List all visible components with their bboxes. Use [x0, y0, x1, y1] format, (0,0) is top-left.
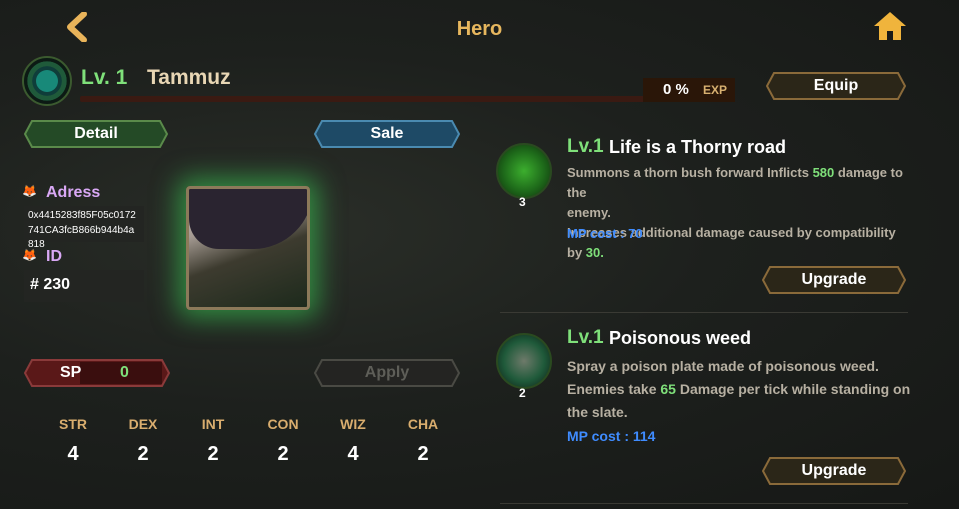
stat-name: CON	[267, 416, 299, 432]
home-button[interactable]	[872, 10, 908, 42]
stat-value: 2	[277, 443, 289, 465]
exp-bar	[80, 96, 728, 102]
fox-icon: 🦊	[22, 184, 37, 198]
stat-value: 2	[137, 443, 149, 465]
upgrade-button[interactable]: Upgrade	[762, 457, 906, 485]
stat-name: DEX	[128, 416, 158, 432]
apply-label: Apply	[364, 364, 410, 381]
skill-level: Lv.1	[567, 136, 604, 157]
sp-value: 0	[120, 364, 129, 381]
id-value: # 230	[24, 270, 144, 302]
exp-label: EXP	[703, 83, 728, 97]
desc-text: Damage per tick while standing on	[675, 381, 911, 397]
portrait-hair	[189, 189, 307, 249]
stat-value: 4	[347, 443, 359, 465]
fox-icon: 🦊	[22, 248, 37, 262]
stat-name: STR	[59, 416, 87, 432]
stat-value: 4	[67, 443, 79, 465]
skill-description: Spray a poison plate made of poisonous w…	[567, 355, 912, 424]
mp-cost: MP cost : 70	[567, 226, 643, 241]
desc-text: enemy.	[567, 205, 611, 220]
home-icon	[874, 12, 906, 40]
desc-text: Spray a poison plate made of poisonous w…	[567, 358, 879, 374]
address-line: 0x4415283f85F05c0172	[28, 210, 136, 221]
address-label: Adress	[46, 184, 101, 201]
stat-name: WIZ	[340, 416, 366, 432]
divider	[500, 312, 908, 313]
mp-cost: MP cost : 114	[567, 428, 656, 444]
desc-number: 30.	[585, 245, 604, 260]
upgrade-label: Upgrade	[801, 271, 867, 288]
sp-display: SP 0	[24, 359, 170, 387]
desc-text: the slate.	[567, 404, 628, 420]
emblem-gem	[36, 70, 58, 92]
skill-name: Life is a Thorny road	[609, 137, 787, 157]
detail-button[interactable]: Detail	[24, 120, 168, 148]
stat-name: CHA	[407, 416, 439, 432]
address-line: 741CA3fcB866b944b4a	[28, 225, 135, 236]
hero-portrait	[186, 186, 310, 310]
upgrade-button[interactable]: Upgrade	[762, 266, 906, 294]
id-label: ID	[46, 248, 62, 265]
hero-level: Lv. 1	[81, 66, 128, 89]
skill-badge: 3	[519, 195, 526, 209]
apply-button[interactable]: Apply	[314, 359, 460, 387]
desc-text: Enemies take	[567, 381, 661, 397]
upgrade-label: Upgrade	[801, 462, 867, 479]
skill-badge: 2	[519, 386, 526, 400]
thorn-skill-icon	[496, 143, 552, 199]
sale-button[interactable]: Sale	[314, 120, 460, 148]
desc-text: Summons a thorn bush forward Inflicts	[567, 165, 813, 180]
equip-label: Equip	[813, 77, 859, 94]
address-box: 0x4415283f85F05c0172 741CA3fcB866b944b4a	[24, 206, 144, 242]
detail-label: Detail	[74, 125, 118, 142]
equip-button[interactable]: Equip	[766, 72, 906, 100]
sp-label: SP	[60, 364, 82, 381]
skill-description: Summons a thorn bush forward Inflicts 58…	[567, 163, 912, 263]
skill-name: Poisonous weed	[609, 328, 752, 348]
desc-number: 65	[660, 381, 676, 397]
hero-name: Tammuz	[147, 66, 231, 89]
page-title: Hero	[456, 18, 503, 40]
skull-skill-icon	[496, 333, 552, 389]
stat-value: 2	[417, 443, 429, 465]
exp-percent: 0 %	[663, 81, 689, 98]
sale-label: Sale	[370, 125, 404, 142]
stat-name: INT	[201, 416, 225, 432]
skill-level: Lv.1	[567, 327, 604, 348]
desc-number: 580	[812, 165, 835, 180]
stat-value: 2	[207, 443, 219, 465]
divider	[500, 503, 908, 504]
